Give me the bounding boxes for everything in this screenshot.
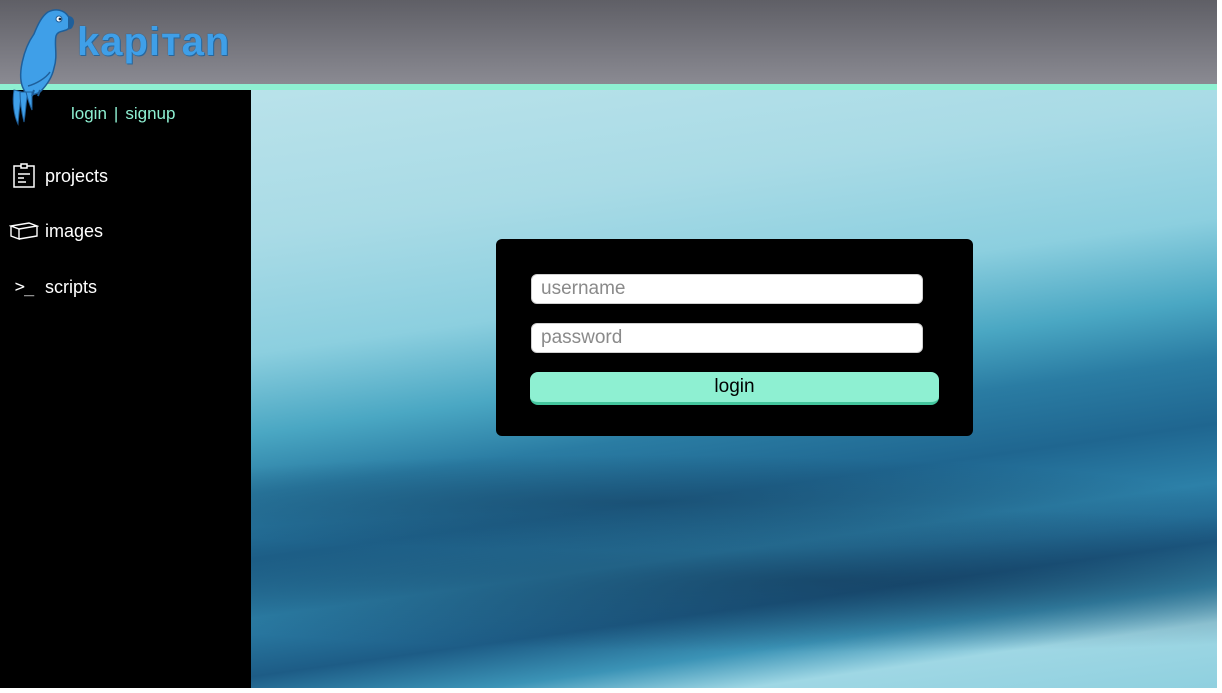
sidebar-item-projects[interactable]: projects	[0, 156, 251, 196]
sidebar-item-label: projects	[45, 165, 109, 186]
sidebar-item-label: images	[45, 220, 104, 241]
brand-name[interactable]: kapiтan	[77, 18, 230, 66]
auth-separator: |	[113, 104, 119, 123]
login-card: login	[496, 239, 973, 436]
sidebar-item-label: scripts	[45, 276, 98, 297]
signup-link[interactable]: signup	[125, 104, 175, 123]
terminal-icon: >_	[14, 277, 35, 297]
auth-links: login | signup	[71, 104, 175, 124]
username-input[interactable]	[531, 274, 923, 304]
parrot-icon[interactable]	[4, 6, 76, 128]
sidebar: login | signup projects images >_ script…	[0, 90, 251, 688]
sidebar-item-scripts[interactable]: >_ scripts	[0, 267, 251, 307]
clipboard-icon	[6, 162, 42, 190]
password-input[interactable]	[531, 323, 923, 353]
sidebar-item-images[interactable]: images	[0, 211, 251, 251]
box-icon	[6, 217, 42, 245]
login-link[interactable]: login	[71, 104, 107, 123]
login-button[interactable]: login	[530, 372, 939, 405]
